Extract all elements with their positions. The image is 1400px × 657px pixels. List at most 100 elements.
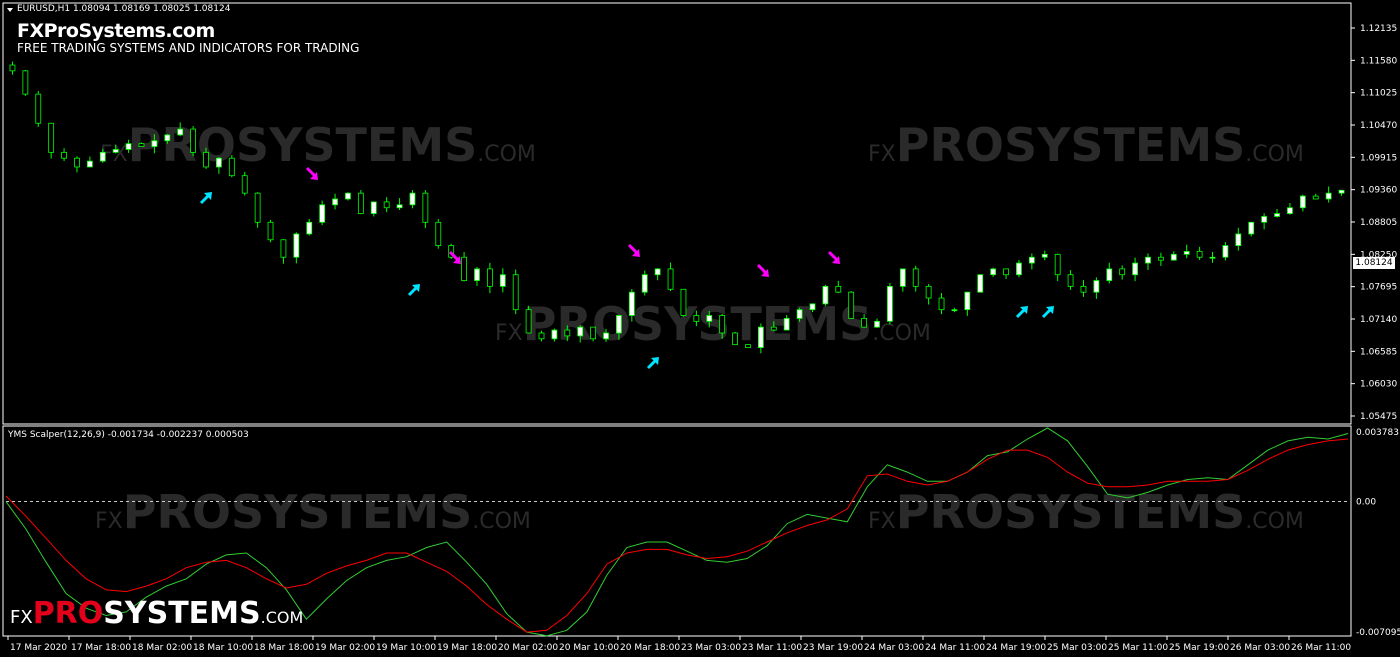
dropdown-triangle-icon[interactable] [7, 8, 13, 12]
candle-body [138, 143, 145, 147]
x-tick-label: 26 Mar 11:00 [1291, 643, 1351, 653]
candle-body [874, 320, 880, 328]
candle-body [732, 332, 738, 346]
candle-body [112, 149, 119, 153]
candle-body [345, 192, 351, 200]
y-tick-label: 1.12135 [1360, 24, 1397, 34]
x-tick-label: 17 Mar 2020 [10, 643, 67, 653]
x-tick-label: 25 Mar 03:00 [1047, 643, 1107, 653]
candle-body [409, 192, 416, 206]
x-tick-label: 24 Mar 19:00 [986, 643, 1046, 653]
candle-body [796, 309, 803, 319]
candle-body [654, 268, 661, 276]
y-tick-label: 1.06030 [1360, 380, 1397, 390]
candle-body [964, 291, 971, 311]
candle-body [848, 291, 855, 319]
candle-body [1325, 192, 1332, 200]
candle-body [61, 151, 67, 159]
candle-body [74, 157, 80, 168]
x-tick-label: 24 Mar 11:00 [925, 643, 985, 653]
candle-body [706, 315, 713, 322]
indicator-header: YMS Scalper(12,26,9) -0.001734 -0.002237… [8, 430, 249, 440]
candle-body [1157, 256, 1164, 261]
candle-body [525, 309, 532, 334]
candle-body [809, 303, 816, 311]
candle-body [151, 140, 158, 147]
candle-body [99, 151, 106, 162]
y-tick-label: 1.05475 [1360, 412, 1397, 422]
candle-body [1041, 253, 1048, 258]
candle-body [1299, 195, 1306, 209]
x-tick-label: 19 Mar 02:00 [315, 643, 375, 653]
candle-body [1093, 280, 1100, 293]
brand-title: FXProSystems.com [17, 20, 215, 42]
candle-body [499, 274, 506, 287]
x-tick-label: 20 Mar 10:00 [559, 643, 619, 653]
candle-body [125, 143, 132, 150]
x-tick-label: 23 Mar 11:00 [742, 643, 802, 653]
candle-body [357, 192, 364, 214]
candle-body [1287, 207, 1293, 214]
candle-body [1338, 189, 1345, 194]
candle-body [86, 160, 93, 168]
candle-body [551, 329, 558, 340]
x-tick-label: 19 Mar 18:00 [437, 643, 497, 653]
candle-body [1119, 268, 1126, 276]
y-tick-label: 1.11025 [1360, 89, 1397, 99]
x-tick-label: 18 Mar 02:00 [132, 643, 192, 653]
candle-body [899, 268, 906, 287]
y-tick-label: 1.09360 [1360, 186, 1397, 196]
candle-body [1222, 245, 1229, 258]
candle-body [783, 318, 790, 331]
candle-body [745, 344, 751, 348]
y-tick-label: 1.11580 [1360, 56, 1397, 66]
candle-body [1054, 253, 1061, 276]
x-tick-label: 17 Mar 18:00 [71, 643, 131, 653]
x-tick-label: 19 Mar 10:00 [376, 643, 436, 653]
candle-body [1312, 195, 1319, 200]
candle-body [577, 326, 584, 337]
candle-body [293, 233, 300, 258]
candle-body [1235, 233, 1242, 246]
candle-body [422, 192, 429, 223]
candle-body [1016, 262, 1022, 276]
x-tick-label: 24 Mar 03:00 [864, 643, 924, 653]
buy-arrow-icon [1015, 306, 1028, 319]
candle-body [564, 329, 571, 337]
candle-body [835, 285, 842, 293]
candle-body [1067, 274, 1074, 287]
x-tick-label: 23 Mar 19:00 [803, 643, 863, 653]
buy-arrow-icon [646, 357, 659, 370]
sell-arrow-icon [627, 243, 640, 257]
candle-body [267, 221, 274, 241]
indicator-y-tick-label: 0.003783 [1356, 428, 1399, 438]
candle-body [1003, 268, 1009, 276]
candle-body [1028, 256, 1035, 264]
candle-body [216, 157, 222, 168]
x-tick-label: 25 Mar 19:00 [1169, 643, 1229, 653]
candle-body [1106, 268, 1113, 281]
candle-body [241, 175, 248, 194]
x-tick-label: 20 Mar 18:00 [620, 643, 680, 653]
candle-body [1209, 256, 1216, 259]
candle-body [1248, 221, 1255, 235]
y-tick-label: 1.07140 [1360, 315, 1397, 325]
candle-body [48, 122, 55, 153]
x-tick-label: 18 Mar 18:00 [254, 643, 314, 653]
candle-body [538, 332, 545, 340]
candle-body [628, 291, 635, 316]
candle-body [938, 297, 945, 311]
candle-body [254, 192, 261, 223]
fxprosystems-logo: FXPROSYSTEMS.COM [10, 596, 304, 631]
candle-body [190, 128, 197, 153]
candle-body [486, 268, 493, 287]
chart-canvas[interactable]: 1.12135 1.11580 1.11025 1.10470 1.09915 1.093… [0, 0, 1400, 657]
candle-body [177, 128, 184, 136]
y-tick-label: 1.10470 [1360, 121, 1397, 131]
candle-body [887, 285, 893, 322]
x-tick-label: 18 Mar 10:00 [193, 643, 253, 653]
brand-tagline: FREE TRADING SYSTEMS AND INDICATORS FOR … [17, 41, 360, 55]
candle-body [693, 315, 700, 322]
buy-arrow-icon [407, 284, 420, 297]
x-tick-label: 25 Mar 11:00 [1108, 643, 1168, 653]
